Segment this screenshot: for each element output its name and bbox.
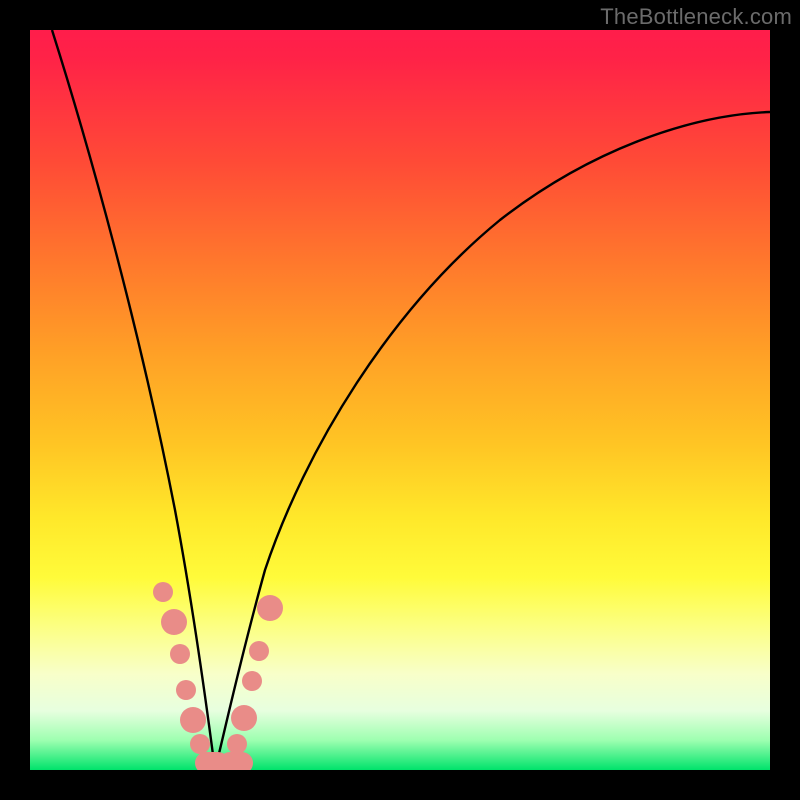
bottleneck-curves bbox=[30, 30, 770, 770]
marker-dot bbox=[257, 595, 283, 621]
plot-area bbox=[30, 30, 770, 770]
marker-dot bbox=[170, 644, 190, 664]
marker-dot bbox=[227, 734, 247, 754]
chart-frame: TheBottleneck.com bbox=[0, 0, 800, 800]
marker-dot bbox=[249, 641, 269, 661]
right-curve bbox=[215, 112, 770, 770]
marker-dot bbox=[231, 705, 257, 731]
marker-dot bbox=[190, 734, 210, 754]
marker-dot bbox=[161, 609, 187, 635]
marker-dot bbox=[242, 671, 262, 691]
marker-dot bbox=[176, 680, 196, 700]
left-curve bbox=[52, 30, 215, 770]
marker-dot bbox=[153, 582, 173, 602]
watermark-text: TheBottleneck.com bbox=[600, 4, 792, 30]
marker-dot bbox=[180, 707, 206, 733]
marker-dot bbox=[219, 752, 253, 770]
